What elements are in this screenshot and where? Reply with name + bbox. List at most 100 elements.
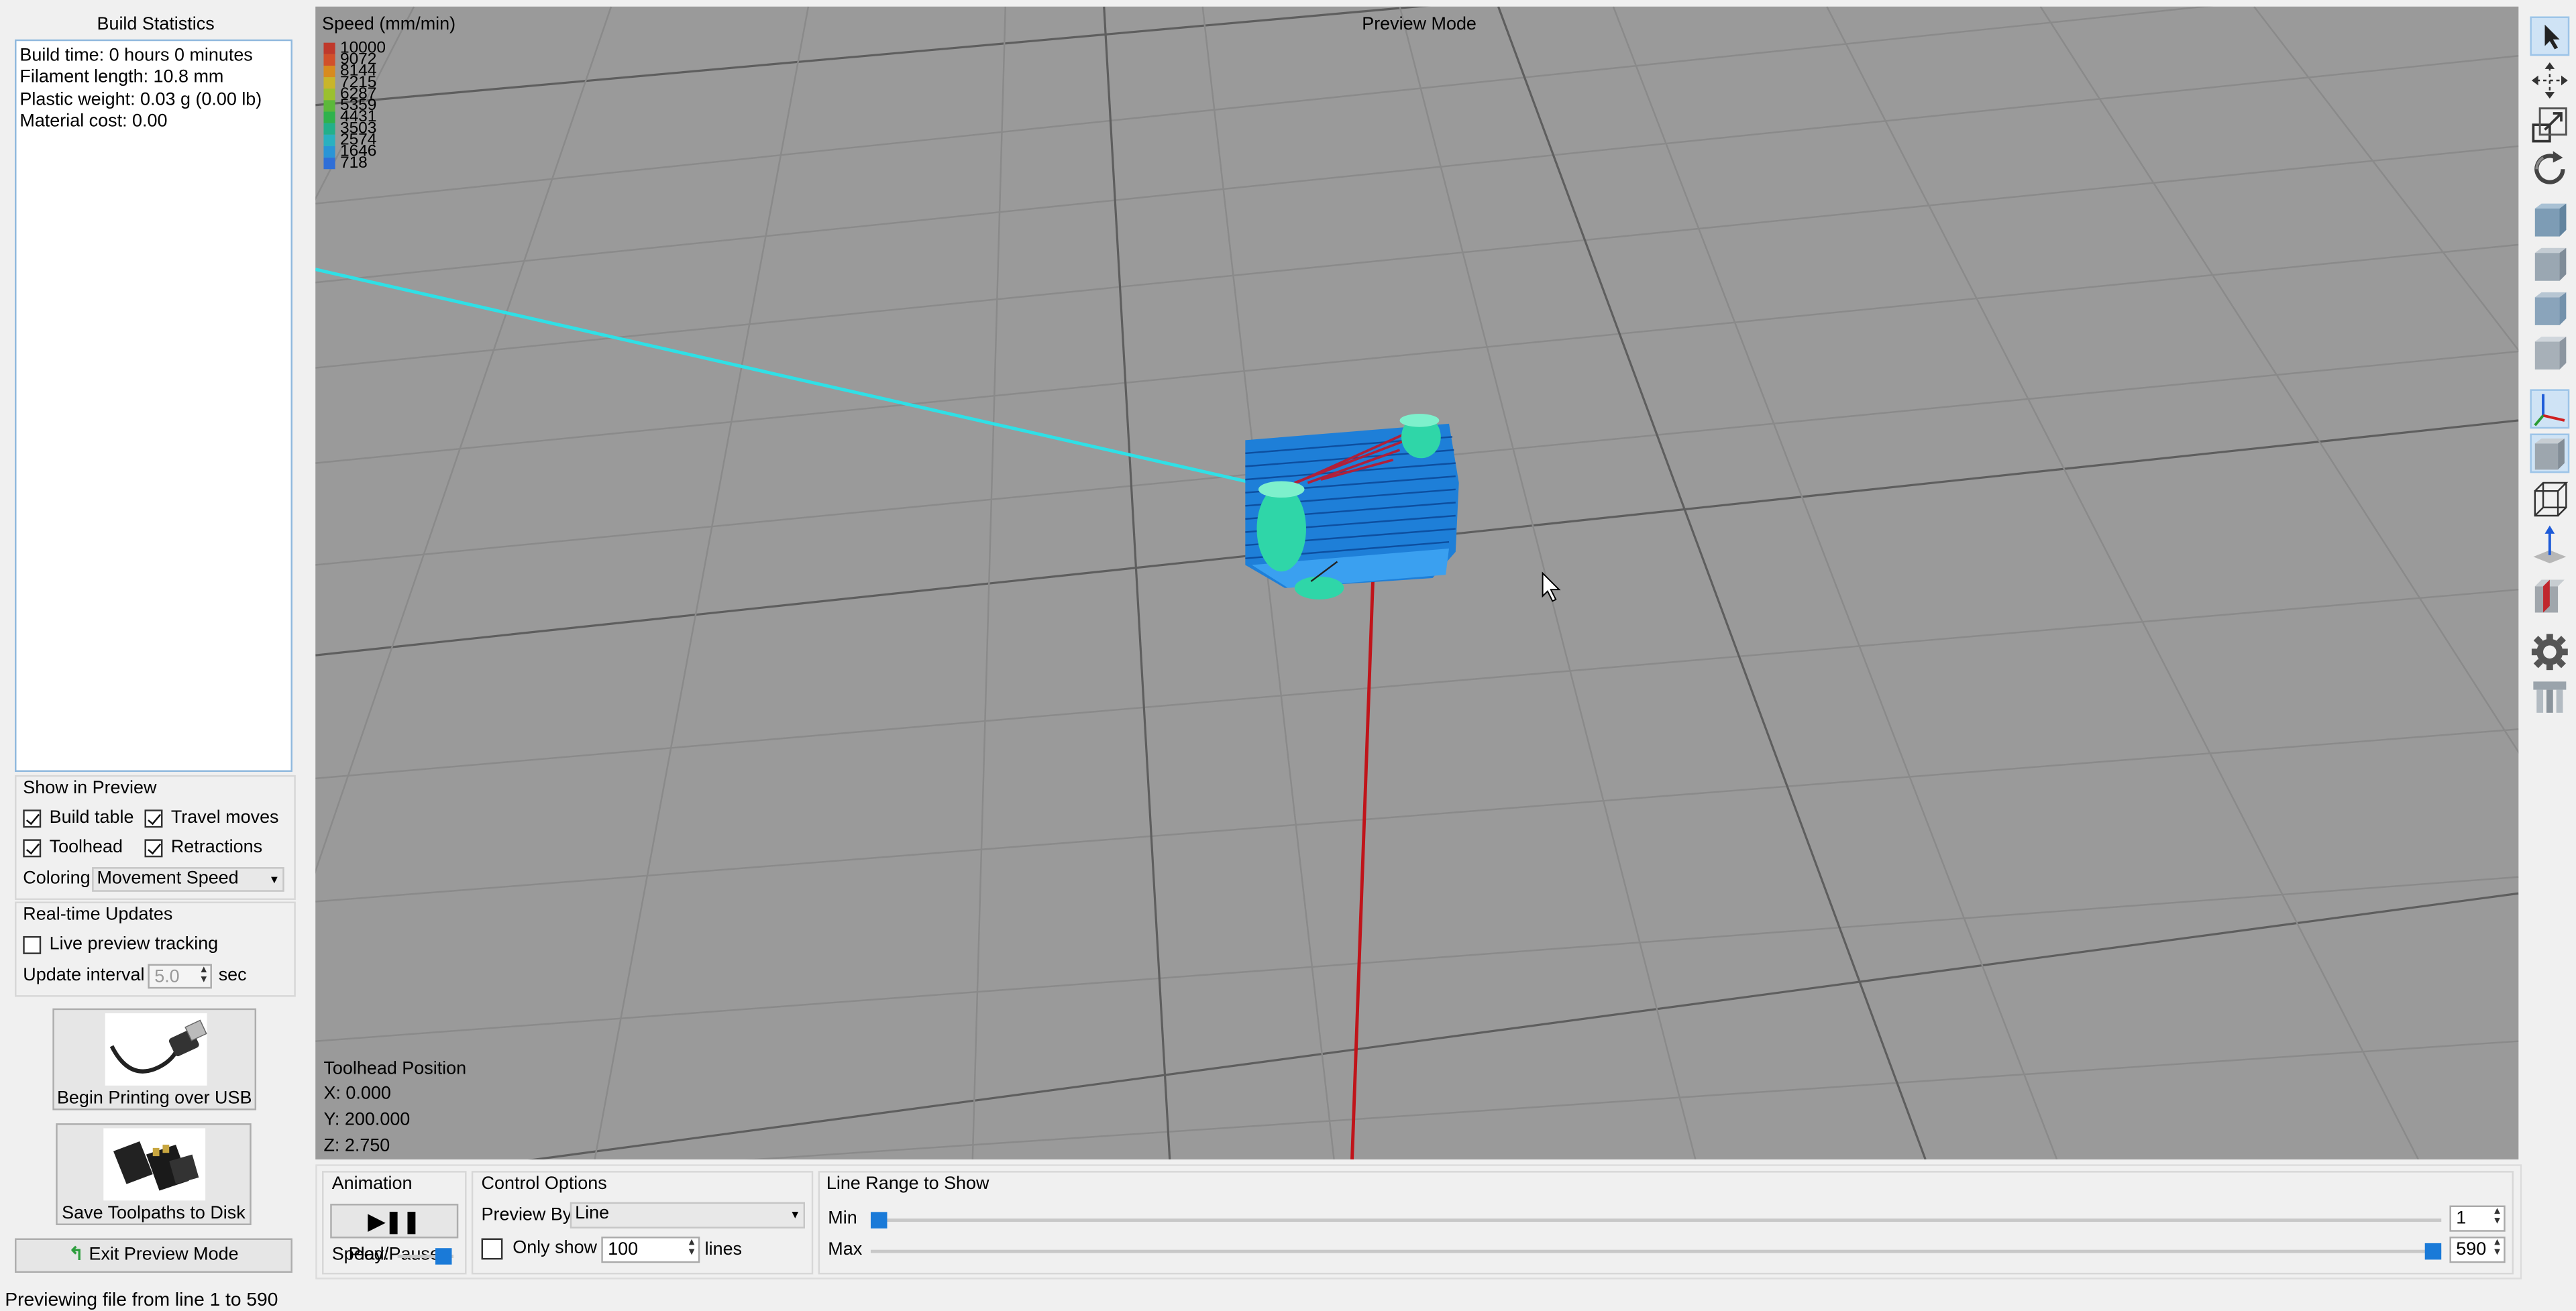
rotate-icon[interactable] — [2530, 150, 2569, 189]
toolhead-y: Y: 200.000 — [323, 1110, 411, 1130]
only-show-check-icon[interactable] — [481, 1238, 503, 1260]
toolhead-position-title: Toolhead Position — [323, 1059, 467, 1079]
build-statistics-title: Build Statistics — [97, 15, 215, 35]
sd-card-icon — [103, 1128, 206, 1201]
legend-swatch — [323, 100, 335, 112]
show-in-preview-title: Show in Preview — [23, 778, 157, 799]
min-spinbox[interactable]: 1 ▲ ▼ — [2449, 1205, 2506, 1232]
coloring-select[interactable]: Movement Speed ▾ — [92, 867, 284, 892]
speed-label: Speed: — [331, 1245, 390, 1265]
select-arrow-icon[interactable] — [2530, 16, 2570, 56]
travel-moves-label: Travel moves — [170, 807, 279, 828]
update-interval-label: Update interval — [23, 966, 145, 986]
legend-swatch — [323, 89, 335, 101]
mouse-cursor — [1542, 571, 1561, 602]
travel-moves-check-icon[interactable] — [144, 809, 163, 828]
stat-filament-length: Filament length: 10.8 mm — [19, 67, 224, 87]
legend-title: Speed (mm/min) — [322, 15, 456, 35]
max-slider[interactable] — [870, 1243, 2442, 1260]
legend-swatch — [323, 42, 335, 54]
only-show-spinbox[interactable]: 100 ▲ ▼ — [601, 1237, 700, 1263]
preview-mode-label: Preview Mode — [1362, 15, 1477, 35]
live-preview-check-icon[interactable] — [23, 935, 42, 954]
view-front-cube-icon[interactable] — [2530, 245, 2569, 284]
z-arrow-icon[interactable] — [2530, 524, 2569, 564]
coloring-label: Coloring — [23, 868, 91, 889]
spin-arrows-icon[interactable]: ▲ ▼ — [2492, 1239, 2502, 1258]
only-show-label: Only show — [513, 1239, 598, 1259]
legend-swatch — [323, 146, 335, 158]
only-show-checkbox[interactable]: Only show — [481, 1238, 598, 1260]
max-label: Max — [828, 1239, 863, 1260]
toolhead-z: Z: 2.750 — [323, 1136, 390, 1157]
cross-section-icon[interactable] — [2530, 577, 2569, 616]
stat-build-time: Build time: 0 hours 0 minutes — [19, 46, 253, 66]
solid-cube-icon[interactable] — [2530, 433, 2570, 473]
build-table-checkbox[interactable]: Build table — [23, 808, 133, 828]
preview-by-label: Preview By — [481, 1205, 572, 1225]
legend-swatch — [323, 134, 335, 146]
status-bar-text: Previewing file from line 1 to 590 — [5, 1290, 278, 1311]
min-slider-handle[interactable] — [870, 1212, 888, 1229]
min-label: Min — [828, 1208, 857, 1229]
back-arrow-icon: ↰ — [68, 1245, 84, 1265]
only-show-value: 100 — [608, 1239, 639, 1260]
retractions-checkbox[interactable]: Retractions — [144, 837, 263, 858]
exit-preview-label: Exit Preview Mode — [89, 1245, 239, 1265]
travel-moves-checkbox[interactable]: Travel moves — [144, 807, 279, 828]
min-value: 1 — [2456, 1208, 2467, 1229]
line-range-title: Line Range to Show — [826, 1174, 989, 1194]
toolhead-checkbox[interactable]: Toolhead — [23, 838, 123, 857]
realtime-updates-title: Real-time Updates — [23, 905, 173, 925]
update-interval-spinbox[interactable]: 5.0 ▲ ▼ — [148, 964, 212, 989]
exit-preview-button[interactable]: ↰ Exit Preview Mode — [15, 1238, 292, 1273]
view-side-cube-icon[interactable] — [2530, 289, 2569, 329]
scale-icon[interactable] — [2530, 105, 2569, 145]
max-value: 590 — [2456, 1239, 2487, 1260]
toolhead-check-icon[interactable] — [23, 838, 42, 857]
retractions-label: Retractions — [170, 837, 263, 858]
speed-slider[interactable] — [397, 1248, 453, 1265]
update-interval-value: 5.0 — [154, 967, 180, 987]
speed-slider-handle[interactable] — [435, 1248, 452, 1265]
viewport-3d[interactable]: Speed (mm/min) 10000 9072 8144 7215 6287… — [315, 6, 2519, 1159]
toolhead-label: Toolhead — [49, 837, 123, 858]
chevron-down-icon: ▾ — [792, 1207, 799, 1222]
stat-plastic-weight: Plastic weight: 0.03 g (0.00 lb) — [19, 90, 262, 111]
legend-swatch — [323, 54, 335, 66]
preview-by-select[interactable]: Line ▾ — [570, 1202, 806, 1229]
usb-cable-icon — [105, 1013, 207, 1086]
move-icon[interactable] — [2530, 61, 2569, 101]
view-top-cube-icon[interactable] — [2530, 333, 2569, 373]
coloring-select-value: Movement Speed — [97, 868, 239, 889]
min-slider[interactable] — [870, 1212, 2442, 1229]
max-spinbox[interactable]: 590 ▲ ▼ — [2449, 1237, 2506, 1263]
line-range-group — [818, 1171, 2514, 1275]
live-preview-checkbox[interactable]: Live preview tracking — [23, 934, 218, 954]
chevron-down-icon: ▾ — [271, 872, 278, 887]
begin-printing-usb-button[interactable]: Begin Printing over USB — [52, 1008, 257, 1110]
retractions-check-icon[interactable] — [144, 838, 163, 857]
max-slider-handle[interactable] — [2424, 1243, 2442, 1260]
settings-gear-icon[interactable] — [2530, 632, 2569, 672]
control-options-title: Control Options — [481, 1174, 607, 1194]
axes-icon[interactable] — [2530, 389, 2570, 429]
toolhead-x: X: 0.000 — [323, 1084, 391, 1104]
play-pause-button[interactable]: ▶❚❚ Play/Pause — [330, 1204, 459, 1265]
toolpath-model — [1245, 414, 1459, 600]
build-table-check-icon[interactable] — [23, 809, 42, 828]
legend-swatch — [323, 65, 335, 78]
stat-material-cost: Material cost: 0.00 — [19, 111, 168, 131]
spin-arrows-icon[interactable]: ▲ ▼ — [199, 966, 209, 985]
wireframe-cube-icon[interactable] — [2530, 479, 2569, 519]
preview-by-value: Line — [575, 1204, 610, 1224]
legend-swatch — [323, 158, 335, 170]
extruder-icon[interactable] — [2530, 677, 2569, 716]
legend-swatch — [323, 123, 335, 135]
spin-arrows-icon[interactable]: ▲ ▼ — [687, 1239, 697, 1258]
save-toolpaths-button[interactable]: Save Toolpaths to Disk — [56, 1123, 252, 1225]
legend-swatch — [323, 111, 335, 123]
spin-arrows-icon[interactable]: ▲ ▼ — [2492, 1207, 2502, 1227]
update-interval-unit: sec — [218, 966, 247, 986]
view-iso-cube-icon[interactable] — [2530, 201, 2569, 240]
